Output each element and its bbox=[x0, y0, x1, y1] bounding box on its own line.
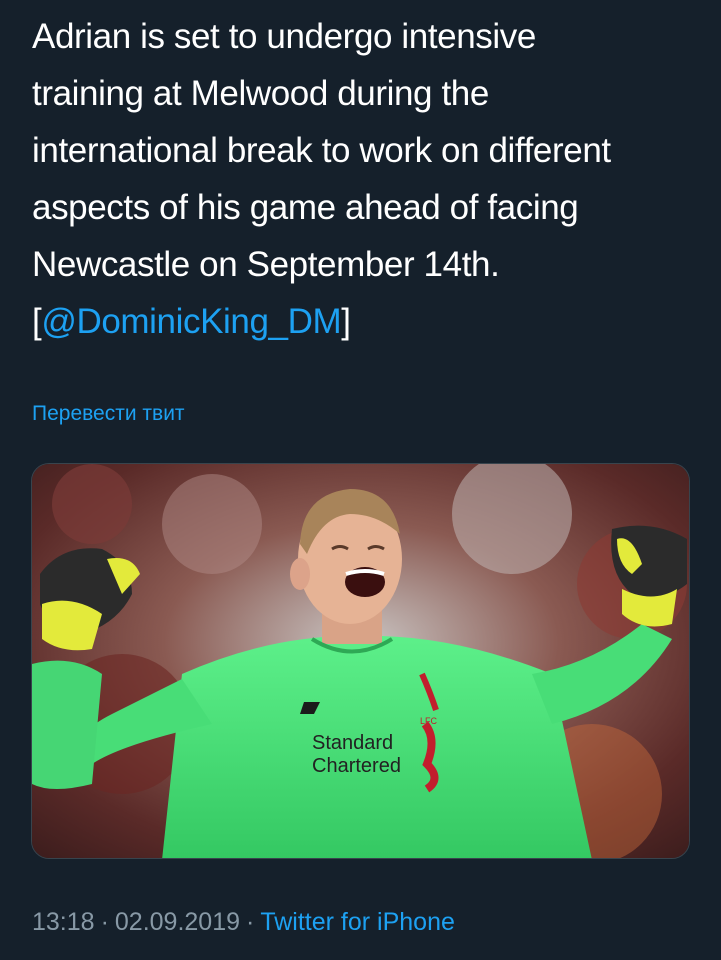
lfc-text: LFC bbox=[420, 716, 438, 726]
goalkeeper-photo: LFC Standard Chartered bbox=[32, 464, 689, 858]
tweet-detail: Adrian is set to undergo intensive train… bbox=[0, 0, 721, 960]
tweet-media-photo[interactable]: LFC Standard Chartered bbox=[31, 463, 690, 859]
mention-line: [@DominicKing_DM] bbox=[32, 293, 702, 350]
tweet-text-line: Newcastle on September 14th. bbox=[32, 245, 500, 284]
tweet-time: 13:18 bbox=[32, 908, 95, 936]
tweet-meta: 13:18 · 02.09.2019 · Twitter for iPhone bbox=[32, 908, 455, 937]
tweet-text-line: Adrian is set to undergo intensive bbox=[32, 17, 536, 56]
bracket-open: [ bbox=[32, 302, 42, 341]
tweet-text-line: international break to work on different bbox=[32, 131, 611, 170]
sponsor-text-2: Chartered bbox=[312, 755, 401, 777]
translate-tweet-link[interactable]: Перевести твит bbox=[32, 402, 185, 426]
meta-separator: · bbox=[100, 908, 109, 936]
tweet-text-line: training at Melwood during the bbox=[32, 74, 489, 113]
tweet-text-line: aspects of his game ahead of facing bbox=[32, 188, 579, 227]
sponsor-text-1: Standard bbox=[312, 732, 393, 754]
bracket-close: ] bbox=[341, 302, 351, 341]
meta-separator: · bbox=[246, 908, 255, 936]
mention-link[interactable]: @DominicKing_DM bbox=[41, 302, 341, 341]
tweet-date: 02.09.2019 bbox=[114, 908, 241, 936]
tweet-source-link[interactable]: Twitter for iPhone bbox=[260, 908, 455, 936]
tweet-text: Adrian is set to undergo intensive train… bbox=[32, 8, 702, 350]
